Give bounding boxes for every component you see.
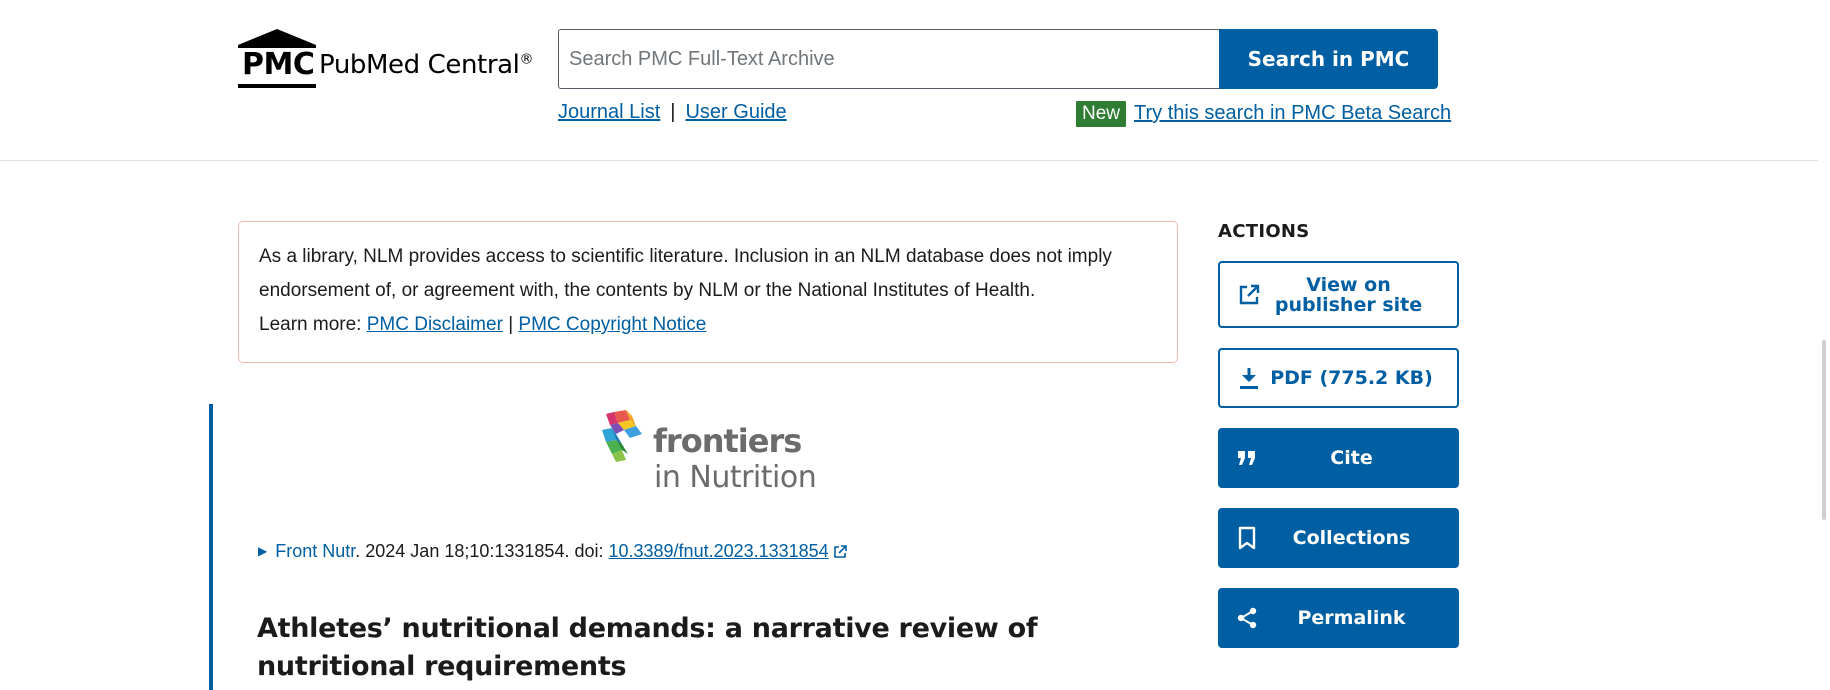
logo-name: PubMed Central® bbox=[319, 50, 533, 80]
beta-search-link[interactable]: Try this search in PMC Beta Search bbox=[1134, 102, 1451, 124]
citation-details: . 2024 Jan 18;10:1331854. doi: bbox=[355, 541, 609, 561]
view-publisher-button[interactable]: View on publisher site bbox=[1218, 261, 1459, 328]
site-header: PMC PubMed Central® Search in PMC Journa… bbox=[0, 0, 1830, 161]
journal-logo: frontiers in Nutrition bbox=[602, 408, 834, 495]
disclaimer-separator: | bbox=[508, 314, 514, 335]
page-scrollbar[interactable] bbox=[1818, 0, 1830, 690]
article-left-rule bbox=[209, 404, 213, 690]
search-button[interactable]: Search in PMC bbox=[1219, 29, 1438, 89]
journal-logo-name: frontiers bbox=[653, 422, 802, 460]
journal-name-link[interactable]: Front Nutr bbox=[275, 541, 355, 561]
beta-search: New Try this search in PMC Beta Search bbox=[1076, 101, 1451, 127]
logo-base-shape bbox=[238, 84, 316, 88]
new-badge: New bbox=[1076, 101, 1127, 127]
logo-name-text: PubMed Central bbox=[319, 50, 520, 80]
share-icon bbox=[1234, 605, 1260, 631]
disclaimer-box: As a library, NLM provides access to sci… bbox=[238, 221, 1178, 363]
bookmark-icon bbox=[1234, 525, 1260, 551]
pdf-button[interactable]: PDF (775.2 KB) bbox=[1218, 348, 1459, 408]
disclaimer-text: As a library, NLM provides access to sci… bbox=[259, 246, 1112, 301]
expand-triangle-icon[interactable]: ▶ bbox=[258, 544, 267, 558]
header-links: Journal List | User Guide bbox=[558, 101, 787, 124]
actions-heading: ACTIONS bbox=[1218, 221, 1310, 242]
journal-list-link[interactable]: Journal List bbox=[558, 101, 660, 123]
journal-logo-subtitle: in Nutrition bbox=[654, 460, 817, 495]
user-guide-link[interactable]: User Guide bbox=[685, 101, 786, 123]
logo-abbr: PMC bbox=[242, 47, 315, 82]
collections-button[interactable]: Collections bbox=[1218, 508, 1459, 568]
logo-registered-mark: ® bbox=[519, 51, 534, 68]
logo-roof-shape bbox=[238, 29, 316, 45]
quote-icon bbox=[1234, 445, 1260, 471]
pmc-copyright-link[interactable]: PMC Copyright Notice bbox=[518, 314, 706, 335]
external-link-icon bbox=[833, 545, 847, 558]
external-link-icon bbox=[1236, 282, 1262, 308]
pmc-logo[interactable]: PMC PubMed Central® bbox=[238, 29, 538, 91]
permalink-button[interactable]: Permalink bbox=[1218, 588, 1459, 648]
article-title: Athletes’ nutritional demands: a narrati… bbox=[257, 613, 1038, 682]
search-input[interactable] bbox=[558, 29, 1220, 89]
doi-link[interactable]: 10.3389/fnut.2023.1331854 bbox=[608, 541, 828, 561]
learn-more-label: Learn more: bbox=[259, 314, 362, 335]
cite-button[interactable]: Cite bbox=[1218, 428, 1459, 488]
scrollbar-thumb[interactable] bbox=[1822, 340, 1826, 520]
journal-logo-cubes-icon bbox=[602, 410, 642, 462]
pmc-disclaimer-link[interactable]: PMC Disclaimer bbox=[367, 314, 503, 335]
link-separator: | bbox=[670, 101, 676, 123]
citation-line: ▶ Front Nutr. 2024 Jan 18;10:1331854. doi… bbox=[258, 541, 847, 562]
download-icon bbox=[1236, 365, 1262, 391]
